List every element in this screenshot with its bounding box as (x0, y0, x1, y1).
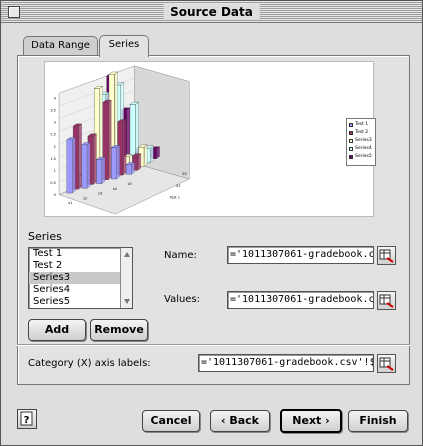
chart-y-tick-label: 0 (54, 193, 56, 197)
cancel-button[interactable]: Cancel (142, 410, 200, 432)
chart-y-tick-label: 2 (54, 145, 56, 149)
next-button[interactable]: Next › (280, 409, 342, 433)
series-group-label: Series (28, 230, 62, 243)
chart-legend: Test 1 Test 2 Series3 Series4 Series5 (346, 118, 376, 166)
series-name-field[interactable]: ='1011307061-gradebook.c (227, 246, 374, 264)
legend-entry: Test 1 (349, 121, 373, 129)
legend-swatch (349, 155, 353, 159)
chart-column (96, 159, 103, 184)
legend-entry: Series4 (349, 145, 373, 153)
series-values-field[interactable]: ='1011307061-gradebook.c (227, 291, 374, 309)
chart-column-side (122, 119, 127, 176)
chart-column-side (72, 137, 76, 194)
title-bar[interactable]: Source Data (1, 1, 422, 23)
chart-y-tick-label: 0.5 (50, 181, 56, 185)
series-list-item[interactable]: Test 1 (29, 248, 132, 260)
chart-x-tick-label: s3 (98, 192, 102, 196)
chart-y-tick-label: 2.5 (50, 133, 56, 137)
separator (17, 344, 410, 346)
chart-z-tick-label: Test 1 (169, 196, 180, 200)
tab-data-range-label: Data Range (31, 40, 90, 51)
range-select-icon (379, 294, 394, 308)
category-axis-label: Category (X) axis labels: (28, 358, 151, 369)
add-series-button[interactable]: Add (28, 319, 86, 341)
chart-y-tick-label: 1.5 (50, 157, 56, 161)
legend-label: Series5 (355, 154, 372, 159)
legend-entry: Series3 (349, 137, 373, 145)
svg-text:?: ? (24, 415, 30, 426)
series-listbox[interactable]: Test 1 Test 2 Series3 Series4 Series5 (28, 247, 133, 309)
tab-data-range[interactable]: Data Range (23, 36, 98, 56)
collapse-dialog-icon-category[interactable] (377, 354, 396, 373)
legend-label: Test 2 (355, 130, 369, 135)
legend-swatch (349, 123, 353, 127)
chart-column-side (116, 144, 121, 180)
legend-swatch (349, 147, 353, 151)
back-button[interactable]: ‹ Back (210, 410, 270, 432)
remove-series-button[interactable]: Remove (90, 319, 148, 341)
chart-column-side (150, 145, 154, 163)
chart-column-side (131, 161, 135, 175)
chart-y-tick-label: 3.5 (50, 109, 56, 113)
chart-column (66, 139, 73, 194)
chart-column-side (108, 99, 112, 181)
dialog-title: Source Data (163, 4, 260, 20)
collapse-dialog-icon-name[interactable] (377, 246, 396, 265)
legend-entry: Test 2 (349, 129, 373, 137)
series-list-item-selected[interactable]: Series3 (29, 272, 132, 284)
range-select-icon (379, 249, 394, 263)
chart-column-side (86, 142, 91, 189)
close-box[interactable] (8, 6, 20, 18)
legend-label: Series4 (355, 146, 372, 151)
name-label: Name: (164, 250, 197, 261)
chart-y-tick-label: 3 (54, 121, 56, 125)
chart-y-tick-label: 4 (54, 96, 57, 100)
chart-x-tick-label: s2 (83, 196, 87, 200)
values-label: Values: (164, 294, 201, 305)
legend-label: Series3 (355, 138, 372, 143)
chart-column-side (137, 153, 142, 171)
finish-button[interactable]: Finish (348, 410, 408, 432)
legend-entry: Series5 (349, 153, 373, 161)
legend-swatch (349, 139, 353, 143)
legend-swatch (349, 131, 353, 135)
source-data-dialog: Source Data Data Range Series 0 0.5 1 1.5 2 2… (0, 0, 423, 446)
range-select-icon (379, 357, 394, 371)
tab-series[interactable]: Series (99, 35, 149, 57)
series-list-scrollbar[interactable] (120, 248, 132, 308)
chart-x-tick-label: s1 (68, 201, 72, 205)
series-list-item[interactable]: Series5 (29, 296, 132, 308)
chart-z-tick-label: S5 (182, 172, 186, 176)
chart-preview-svg: 00.511.522.533.54s1s2s3s4s5Test 1S3S5 (50, 65, 190, 215)
collapse-dialog-icon-values[interactable] (377, 291, 396, 310)
chart-column-side (78, 123, 82, 190)
help-icon: ? (20, 411, 33, 426)
series-list-item[interactable]: Series4 (29, 284, 132, 296)
chart-column-side (156, 146, 160, 160)
chart-column-side (93, 133, 97, 185)
chart-preview: 0 0.5 1 1.5 2 2.5 3 3.5 4 s1 s2 s3 s4 s5 Test 1 S3 S5 Te… (44, 61, 376, 217)
series-list-item[interactable]: Test 2 (29, 260, 132, 272)
help-button[interactable]: ? (17, 409, 37, 429)
legend-label: Test 1 (355, 122, 369, 127)
chart-column (125, 164, 132, 175)
chart-column-side (101, 156, 106, 184)
chart-column (81, 144, 88, 189)
chart-column-side (143, 144, 148, 167)
chart-column (111, 147, 117, 180)
tab-series-label: Series (108, 39, 140, 50)
scroll-down-arrow-icon[interactable] (124, 299, 130, 304)
chart-y-tick-label: 1 (54, 169, 56, 173)
scroll-up-arrow-icon[interactable] (124, 252, 130, 257)
chart-x-tick-label: s5 (128, 182, 132, 186)
category-axis-field[interactable]: ='1011307061-gradebook.csv'!$A (198, 354, 374, 372)
chart-z-tick-label: S3 (176, 184, 180, 188)
